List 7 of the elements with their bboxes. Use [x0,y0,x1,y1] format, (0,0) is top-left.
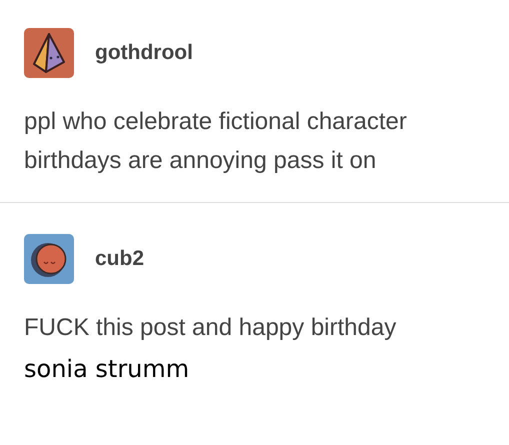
username[interactable]: gothdrool [95,37,193,69]
caption-text: sonia strumm [23,354,190,385]
post-text: ppl who celebrate fictional character birthdays are annoying pass it on [23,107,408,176]
username[interactable]: cub2 [95,243,144,275]
pyramid-avatar-icon [24,28,74,78]
moon-avatar-icon [24,234,74,284]
post-text: FUCK this post and happy birthday [23,313,398,343]
